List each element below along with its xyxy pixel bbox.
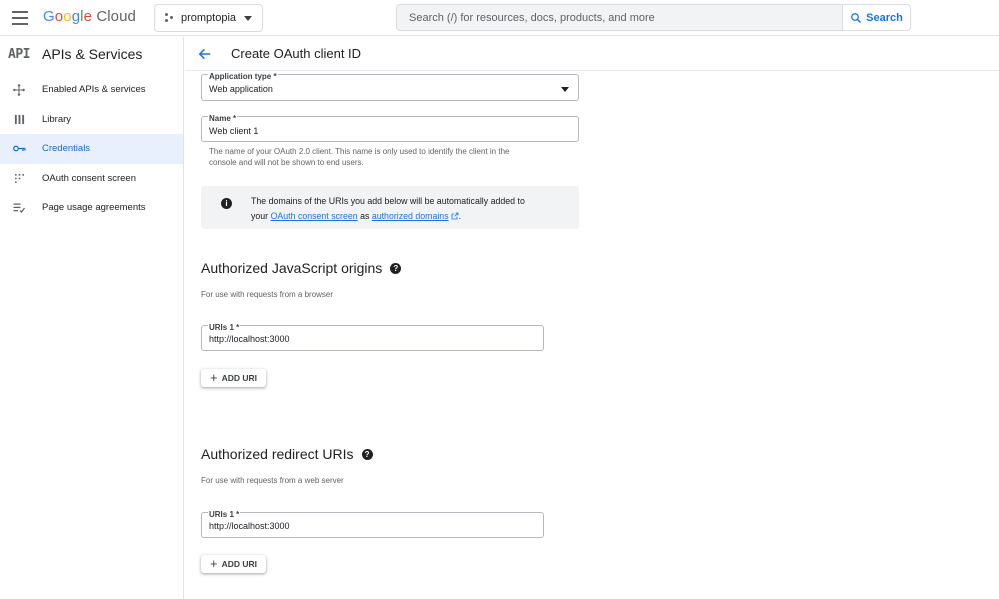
consent-dots-icon <box>12 173 26 184</box>
api-badge-icon: API <box>8 46 30 62</box>
hub-icon <box>12 84 26 96</box>
back-arrow-icon[interactable] <box>198 47 214 61</box>
library-grid-icon <box>12 114 26 125</box>
sidebar-item-library[interactable]: Library <box>0 105 183 135</box>
chevron-down-icon <box>561 87 569 92</box>
add-uri-label: ADD URI <box>221 373 257 383</box>
search-button[interactable]: Search <box>842 4 911 31</box>
js-origin-uri-field[interactable]: URIs 1 * http://localhost:3000 <box>201 323 544 351</box>
authorized-domains-link[interactable]: authorized domains <box>372 211 449 221</box>
add-js-origin-uri-button[interactable]: + ADD URI <box>201 369 266 387</box>
name-hint-line2: console and will not be shown to end use… <box>209 158 364 167</box>
domains-info-text: The domains of the URIs you add below wi… <box>251 194 571 224</box>
search-button-label: Search <box>866 11 903 24</box>
redirect-uris-title: Authorized redirect URIs <box>201 446 354 462</box>
page-header: Create OAuth client ID <box>185 37 999 71</box>
redirect-uris-subtitle: For use with requests from a web server <box>201 476 344 485</box>
sidebar-item-enabled-apis[interactable]: Enabled APIs & services <box>0 75 183 105</box>
sidebar-item-label: OAuth consent screen <box>42 172 136 184</box>
sidebar-header: API APIs & Services <box>0 37 183 71</box>
logo-cloud-text: Cloud <box>96 8 137 25</box>
sidebar-item-label: Page usage agreements <box>42 202 146 214</box>
redirect-uri-field[interactable]: URIs 1 * http://localhost:3000 <box>201 510 544 538</box>
info-end: . <box>458 211 462 221</box>
plus-icon: + <box>209 556 218 571</box>
top-bar: Google Cloud promptopia Search (/) for r… <box>0 0 999 36</box>
agreements-icon <box>12 202 26 214</box>
info-line1: The domains of the URIs you add below wi… <box>251 196 525 206</box>
external-link-icon[interactable] <box>451 212 459 220</box>
application-type-select[interactable]: Application type * Web application <box>201 72 579 101</box>
redirect-uris-section: Authorized redirect URIs ? <box>201 446 373 462</box>
chevron-down-icon <box>244 15 253 21</box>
logo-google-text: Google <box>43 8 93 25</box>
sidebar-item-label: Library <box>42 113 72 125</box>
domains-info-box: i The domains of the URIs you add below … <box>201 186 579 229</box>
info-as: as <box>360 211 370 221</box>
name-field[interactable]: Name * Web client 1 <box>201 114 579 142</box>
sidebar-item-page-usage[interactable]: Page usage agreements <box>0 193 183 223</box>
name-value: Web client 1 <box>209 126 259 136</box>
js-origin-uri-value: http://localhost:3000 <box>209 334 290 344</box>
js-origins-subtitle: For use with requests from a browser <box>201 290 334 299</box>
redirect-uri-label: URIs 1 * <box>208 510 241 519</box>
help-icon[interactable]: ? <box>390 262 402 274</box>
js-origins-section: Authorized JavaScript origins ? <box>201 260 402 276</box>
project-picker[interactable]: promptopia <box>154 4 263 32</box>
google-cloud-logo[interactable]: Google Cloud <box>43 8 136 25</box>
application-type-value: Web application <box>209 84 273 94</box>
info-icon: i <box>221 198 232 209</box>
info-your: your <box>251 211 269 221</box>
main-content: Application type * Web application Name … <box>185 72 999 599</box>
project-icon <box>165 13 175 23</box>
sidebar-item-oauth-consent[interactable]: OAuth consent screen <box>0 164 183 194</box>
project-name: promptopia <box>181 12 237 24</box>
oauth-consent-screen-link[interactable]: OAuth consent screen <box>271 211 358 221</box>
name-label: Name * <box>208 114 238 123</box>
name-hint: The name of your OAuth 2.0 client. This … <box>209 146 509 168</box>
plus-icon: + <box>209 370 218 385</box>
page-title: Create OAuth client ID <box>231 46 362 61</box>
sidebar: API APIs & Services Enabled APIs & servi… <box>0 37 184 599</box>
sidebar-title: APIs & Services <box>41 46 143 62</box>
redirect-uri-value: http://localhost:3000 <box>209 521 290 531</box>
search-input[interactable]: Search (/) for resources, docs, products… <box>396 4 843 31</box>
js-origins-title: Authorized JavaScript origins <box>201 260 383 276</box>
sidebar-item-label: Credentials <box>42 143 91 155</box>
add-redirect-uri-button[interactable]: + ADD URI <box>201 555 266 573</box>
js-origin-uri-label: URIs 1 * <box>208 323 241 332</box>
application-type-label: Application type * <box>208 72 278 81</box>
help-icon[interactable]: ? <box>361 448 373 460</box>
sidebar-item-credentials[interactable]: Credentials <box>0 134 183 164</box>
search-icon <box>851 12 862 23</box>
add-uri-label: ADD URI <box>221 559 257 569</box>
key-icon <box>12 144 26 153</box>
name-hint-line1: The name of your OAuth 2.0 client. This … <box>209 147 510 156</box>
sidebar-item-label: Enabled APIs & services <box>42 84 146 96</box>
main-menu-icon[interactable] <box>12 11 28 25</box>
